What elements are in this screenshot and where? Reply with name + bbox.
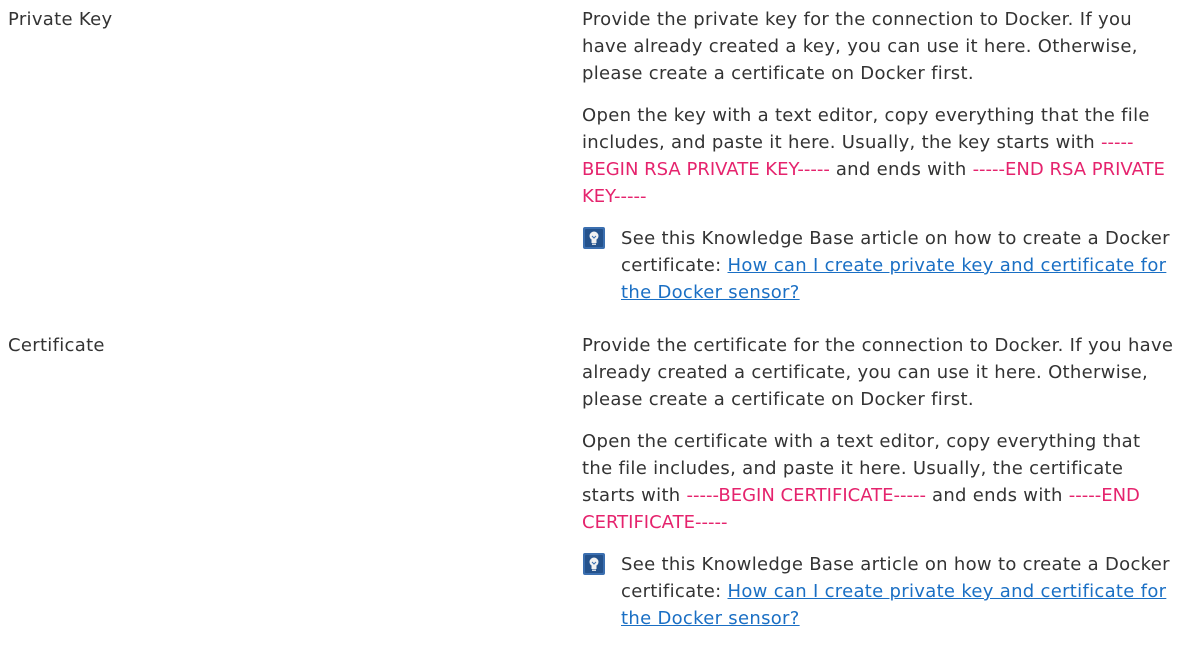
- setting-description: Provide the certificate for the connecti…: [582, 332, 1174, 632]
- knowledge-base-note: See this Knowledge Base article on how t…: [582, 225, 1174, 306]
- description-paragraph: Provide the certificate for the connecti…: [582, 335, 1174, 410]
- instructions-paragraph: Open the certificate with a text editor,…: [582, 428, 1174, 536]
- knowledge-base-icon: [583, 553, 605, 575]
- instructions-text: Open the key with a text editor, copy ev…: [582, 105, 1150, 153]
- description-paragraph: Provide the private key for the connecti…: [582, 9, 1138, 84]
- begin-marker: -----BEGIN CERTIFICATE-----: [686, 485, 926, 506]
- setting-label: Certificate: [8, 335, 105, 356]
- instructions-middle: and ends with: [925, 485, 1069, 506]
- knowledge-base-icon: [583, 227, 605, 249]
- setting-label: Private Key: [8, 9, 113, 30]
- instructions-paragraph: Open the key with a text editor, copy ev…: [582, 102, 1174, 210]
- instructions-middle: and ends with: [829, 159, 973, 180]
- knowledge-base-note: See this Knowledge Base article on how t…: [582, 551, 1174, 632]
- setting-description: Provide the private key for the connecti…: [582, 6, 1174, 306]
